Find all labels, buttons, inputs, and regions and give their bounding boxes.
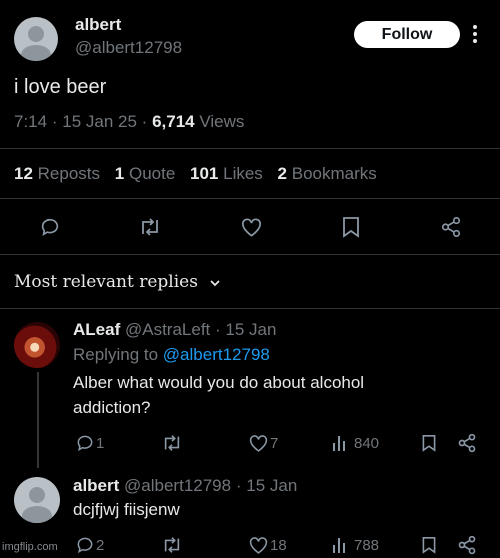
author-handle[interactable]: @albert12798 [75, 38, 182, 58]
reposts-stat[interactable]: 12 Reposts [14, 164, 100, 183]
views-label: Views [199, 112, 245, 131]
reply-author-handle[interactable]: @albert12798 [124, 476, 231, 495]
like-icon[interactable] [248, 433, 269, 453]
divider [0, 148, 500, 149]
divider [0, 254, 500, 255]
replying-to-handle[interactable]: @albert12798 [163, 345, 270, 364]
like-icon[interactable] [240, 216, 263, 238]
reply-author-name[interactable]: albert [73, 476, 119, 495]
reply-icon[interactable] [75, 535, 95, 555]
quotes-stat[interactable]: 1 Quote [115, 164, 176, 183]
reply-avatar[interactable] [14, 322, 60, 368]
replying-to-label: Replying to [73, 345, 159, 364]
reposts-label: Reposts [37, 164, 101, 183]
chevron-down-icon [209, 273, 221, 293]
watermark: imgflip.com [2, 541, 58, 553]
follow-button[interactable]: Follow [354, 21, 460, 48]
reply-date[interactable]: 15 Jan [246, 476, 297, 495]
thread-line [37, 372, 39, 468]
replies-sort-label: Most relevant replies [14, 272, 198, 292]
bookmark-icon[interactable] [341, 216, 361, 238]
reply-avatar[interactable] [14, 477, 60, 523]
bookmarks-count: 2 [277, 164, 288, 183]
bookmark-icon[interactable] [421, 535, 437, 555]
reply-date[interactable]: 15 Jan [225, 320, 276, 339]
reply-text-line2: addiction? [73, 398, 151, 417]
views-icon[interactable] [332, 433, 350, 453]
like-icon[interactable] [248, 535, 269, 555]
reply-icon[interactable] [75, 433, 95, 453]
tweet-meta: 7:14 · 15 Jan 25 · 6,714 Views [14, 112, 244, 132]
reply-author-name[interactable]: ALeaf [73, 320, 120, 339]
meta-separator: · [141, 112, 148, 131]
reply-count: 1 [96, 435, 105, 452]
likes-stat[interactable]: 101 Likes [190, 164, 263, 183]
reply-separator: · [235, 476, 242, 495]
reply-icon[interactable] [39, 216, 61, 238]
repost-icon[interactable] [161, 535, 183, 555]
share-icon[interactable] [457, 535, 477, 555]
share-icon[interactable] [457, 433, 477, 453]
reposts-count: 12 [14, 164, 33, 183]
repost-icon[interactable] [161, 433, 183, 453]
like-count: 18 [270, 537, 287, 554]
likes-count: 101 [190, 164, 219, 183]
divider [0, 198, 500, 199]
replying-to: Replying to @albert12798 [73, 345, 270, 365]
reply-text: dcjfjwj fiisjenw [73, 500, 180, 519]
likes-label: Likes [223, 164, 263, 183]
reply-author-handle[interactable]: @AstraLeft [125, 320, 210, 339]
bookmarks-stat[interactable]: 2 Bookmarks [278, 164, 377, 183]
tweet-text: i love beer [14, 76, 107, 98]
views-count: 6,714 [152, 112, 195, 131]
bookmarks-label: Bookmarks [291, 164, 377, 183]
author-avatar[interactable] [14, 17, 58, 61]
reply-header: albert @albert12798 · 15 Jan [73, 476, 297, 496]
views-icon[interactable] [332, 535, 350, 555]
views-count: 840 [354, 435, 380, 452]
author-name[interactable]: albert [75, 15, 121, 35]
quotes-label: Quote [128, 164, 176, 183]
tweet-time[interactable]: 7:14 [14, 112, 47, 131]
repost-icon[interactable] [138, 216, 162, 238]
bookmark-icon[interactable] [421, 433, 437, 453]
views-count: 788 [354, 537, 380, 554]
reply-text-line1: Alber what would you do about alcohol [73, 373, 365, 392]
share-icon[interactable] [440, 216, 462, 238]
reply-header: ALeaf @AstraLeft · 15 Jan [73, 320, 276, 340]
reply-separator: · [215, 320, 221, 339]
replies-sort-dropdown[interactable]: Most relevant replies [14, 272, 221, 293]
quotes-count: 1 [114, 164, 125, 183]
reply-count: 2 [96, 537, 105, 554]
meta-separator: · [51, 112, 58, 131]
more-options-icon[interactable] [472, 23, 478, 47]
divider [0, 308, 500, 309]
tweet-stats: 12 Reposts 1 Quote 101 Likes 2 Bookmarks [14, 164, 377, 184]
like-count: 7 [270, 435, 279, 452]
tweet-date[interactable]: 15 Jan 25 [62, 112, 137, 131]
